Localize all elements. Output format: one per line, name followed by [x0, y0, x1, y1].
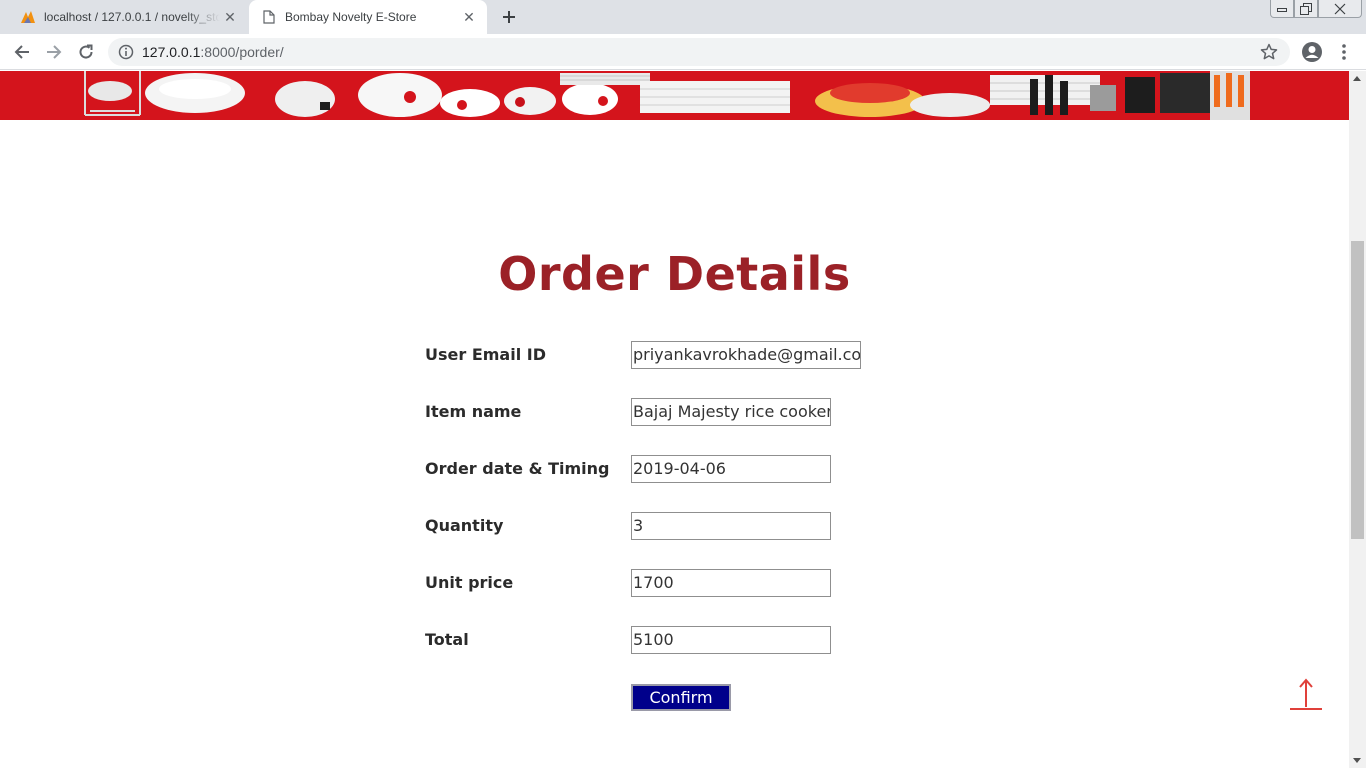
close-icon	[1334, 3, 1346, 14]
item-name-label: Item name	[425, 402, 522, 421]
arrow-left-icon	[14, 45, 29, 59]
url-path: :8000/porder/	[200, 44, 284, 60]
form-row-quantity: Quantity 3	[425, 512, 835, 540]
url-host: 127.0.0.1	[142, 44, 201, 60]
bookmark-star-icon[interactable]	[1260, 43, 1278, 61]
restore-icon	[1300, 2, 1312, 15]
unit-price-label: Unit price	[425, 573, 514, 592]
page-scrollbar[interactable]	[1349, 71, 1366, 768]
browser-tab-estore[interactable]: Bombay Novelty E-Store ✕	[249, 0, 487, 34]
order-date-label: Order date & Timing	[425, 459, 610, 478]
total-label: Total	[425, 630, 469, 649]
scroll-to-top-icon[interactable]	[1289, 677, 1323, 713]
scroll-down-icon[interactable]	[1353, 758, 1361, 763]
close-icon[interactable]: ✕	[220, 7, 240, 27]
total-field[interactable]: 5100	[631, 626, 831, 654]
browser-toolbar: 127.0.0.1:8000/porder/	[0, 34, 1366, 70]
scroll-up-icon[interactable]	[1353, 76, 1361, 81]
address-bar[interactable]: 127.0.0.1:8000/porder/	[108, 38, 1290, 66]
page-icon	[261, 9, 277, 25]
header-banner-image	[0, 71, 1349, 120]
form-row-email: User Email ID priyankavrokhade@gmail.com	[425, 341, 865, 369]
minimize-button[interactable]	[1270, 0, 1294, 18]
info-icon[interactable]	[118, 44, 134, 60]
item-name-field[interactable]: Bajaj Majesty rice cooker	[631, 398, 831, 426]
page-viewport: Order Details User Email ID priyankavrok…	[0, 71, 1349, 768]
back-button[interactable]	[10, 40, 34, 64]
arrow-right-icon	[47, 45, 62, 59]
crockery-banner-illustration	[0, 71, 1349, 120]
window-close-button[interactable]	[1318, 0, 1362, 18]
tab-title: localhost / 127.0.0.1 / novelty_store	[44, 10, 220, 24]
quantity-field[interactable]: 3	[631, 512, 831, 540]
new-tab-button[interactable]	[498, 6, 520, 28]
form-row-unit-price: Unit price 1700	[425, 569, 835, 597]
browser-tabstrip: localhost / 127.0.0.1 / novelty_store ✕ …	[0, 0, 1366, 34]
restore-button[interactable]	[1294, 0, 1318, 18]
form-row-total: Total 5100	[425, 626, 835, 654]
close-icon[interactable]: ✕	[459, 7, 479, 27]
browser-menu-button[interactable]	[1334, 40, 1354, 64]
email-field[interactable]: priyankavrokhade@gmail.com	[631, 341, 861, 369]
minimize-icon	[1277, 7, 1287, 12]
form-row-item-name: Item name Bajaj Majesty rice cooker	[425, 398, 835, 426]
confirm-button[interactable]: Confirm	[631, 684, 731, 711]
unit-price-field[interactable]: 1700	[631, 569, 831, 597]
more-vert-icon	[1342, 44, 1346, 60]
phpmyadmin-icon	[20, 9, 36, 25]
quantity-label: Quantity	[425, 516, 504, 535]
reload-icon	[79, 44, 93, 59]
url-text[interactable]: 127.0.0.1:8000/porder/	[142, 44, 284, 60]
order-date-field[interactable]: 2019-04-06	[631, 455, 831, 483]
reload-button[interactable]	[74, 40, 98, 64]
profile-avatar-icon[interactable]	[1300, 40, 1324, 64]
form-row-order-date: Order date & Timing 2019-04-06	[425, 455, 835, 483]
forward-button[interactable]	[42, 40, 66, 64]
scrollbar-thumb[interactable]	[1351, 241, 1364, 539]
email-label: User Email ID	[425, 345, 546, 364]
page-title: Order Details	[498, 247, 851, 301]
plus-icon	[503, 11, 515, 23]
tab-title: Bombay Novelty E-Store	[285, 10, 417, 24]
browser-tab-phpmyadmin[interactable]: localhost / 127.0.0.1 / novelty_store ✕	[8, 0, 248, 34]
